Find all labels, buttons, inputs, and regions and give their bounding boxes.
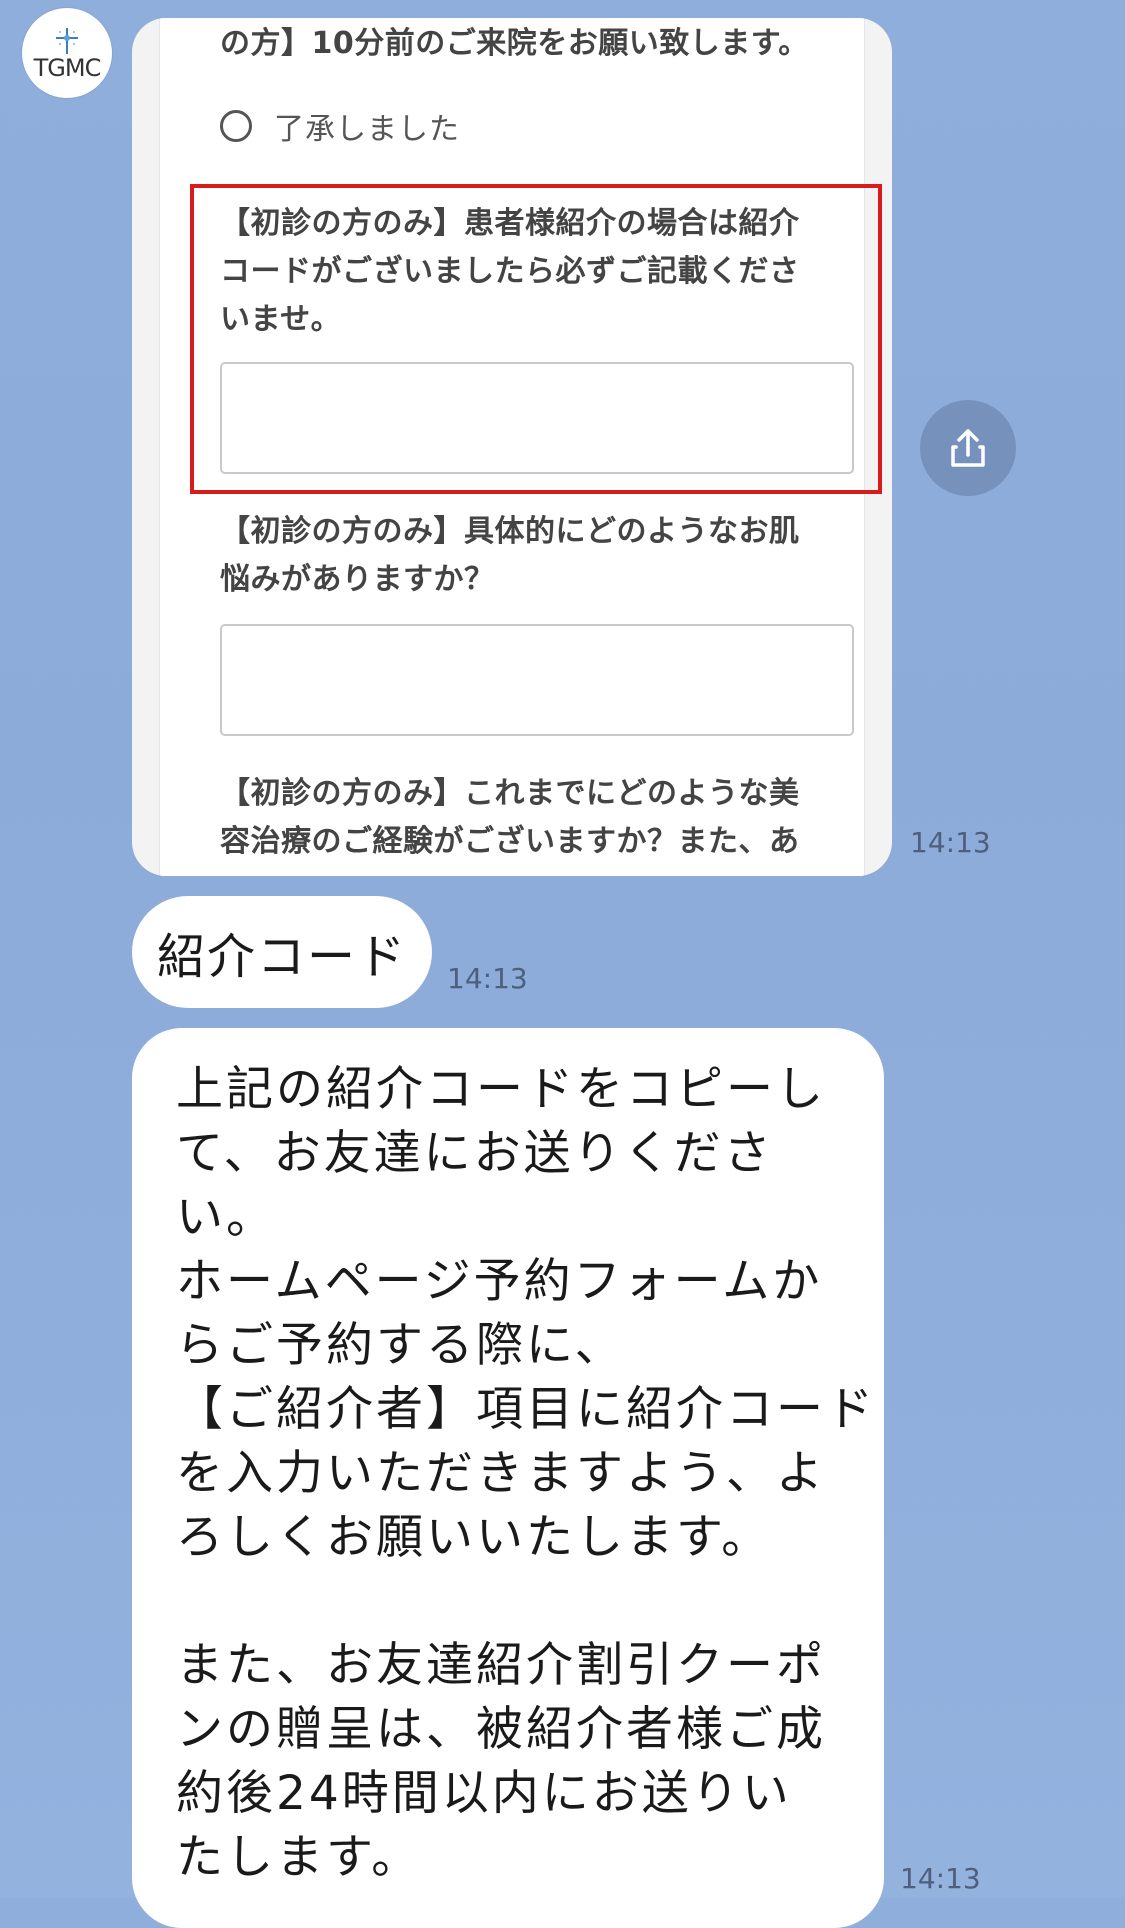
form-top-notice: の方】10分前のご来院をお願い致します。: [220, 26, 809, 61]
form-q1-line: 【初診の方のみ】患者様紹介の場合は紹介: [220, 206, 800, 241]
message-bubble-referral-code[interactable]: 紹介コード: [132, 896, 432, 1008]
message-line: を入力いただきますよう、よ: [176, 1446, 826, 1501]
form-radio-label: 了承しました: [274, 112, 460, 147]
skin-concern-field: [220, 624, 854, 736]
sender-avatar[interactable]: TGMC: [22, 8, 112, 98]
form-q3-line: 【初診の方のみ】これまでにどのような美: [220, 776, 800, 811]
message-line: い。: [176, 1190, 276, 1245]
form-q2-line: 悩みがありますか？: [220, 562, 495, 597]
tgmc-logo-icon: [56, 28, 78, 54]
message-line: らご予約する際に、: [176, 1318, 625, 1373]
image-message[interactable]: の方】10分前のご来院をお願い致します。 了承しました 【初診の方のみ】患者様紹…: [132, 18, 892, 876]
radio-circle-icon: [220, 110, 252, 142]
message-line: 上記の紹介コードをコピーし: [176, 1062, 826, 1117]
message-line: ンの贈呈は、被紹介者様ご成: [176, 1702, 826, 1757]
form-radio-row: 了承しました: [220, 104, 460, 148]
message-line: 【ご紹介者】項目に紹介コード: [176, 1382, 876, 1437]
avatar-logo-text: TGMC: [33, 54, 102, 82]
form-q1-line: いませ。: [220, 302, 342, 337]
image-message-time: 14:13: [910, 826, 991, 859]
form-screenshot: の方】10分前のご来院をお願い致します。 了承しました 【初診の方のみ】患者様紹…: [160, 18, 882, 876]
message-bubble-instructions[interactable]: 上記の紹介コードをコピーし て、お友達にお送りくださ い。 ホームページ予約フォ…: [132, 1028, 884, 1928]
form-q3-line: 容治療のご経験がございますか？また、あ: [220, 824, 800, 859]
form-q1-line: コードがございましたら必ずご記載くださ: [220, 254, 800, 289]
message-line: 約後24時間以内にお送りい: [176, 1766, 792, 1821]
message-line: たします。: [176, 1830, 422, 1885]
share-icon: [951, 429, 985, 467]
form-q2-line: 【初診の方のみ】具体的にどのようなお肌: [220, 514, 800, 549]
message-line: また、お友達紹介割引クーポ: [176, 1638, 826, 1693]
message-line: て、お友達にお送りくださ: [176, 1126, 774, 1181]
message-line: ホームページ予約フォームか: [176, 1254, 823, 1309]
referral-code-field: [220, 362, 854, 474]
message-text: 紹介コード: [156, 929, 407, 985]
share-button[interactable]: [920, 400, 1016, 496]
short-message-time: 14:13: [447, 962, 528, 995]
long-message-time: 14:13: [900, 1862, 981, 1895]
message-line: ろしくお願いいたします。: [176, 1510, 772, 1565]
